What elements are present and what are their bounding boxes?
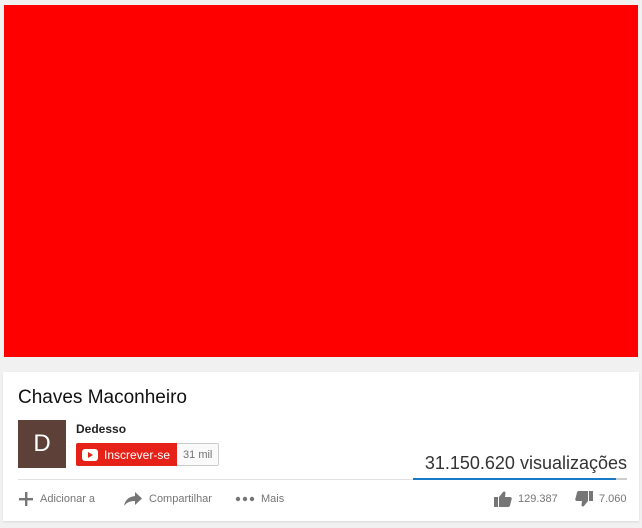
subscribe-button[interactable]: Inscrever-se [76,443,178,466]
channel-avatar[interactable]: D [18,420,66,468]
view-count: 31.150.620 visualizações [424,453,627,473]
sentiment-bar-fill [413,478,616,480]
more-dots-icon [235,496,255,502]
add-to-button[interactable]: Adicionar a [18,489,95,509]
add-to-label: Adicionar a [40,493,96,505]
video-title: Chaves Maconheiro [18,387,187,408]
sentiment-bar [413,478,627,480]
video-info-card: Chaves Maconheiro D Dedesso Inscrever-se… [3,372,639,521]
like-button[interactable]: 129.387 [494,489,558,509]
page: Chaves Maconheiro D Dedesso Inscrever-se… [0,0,642,528]
more-label: Mais [261,493,285,505]
dislike-count: 7.060 [599,493,627,505]
channel-name-link[interactable]: Dedesso [76,422,126,436]
dislike-button[interactable]: 7.060 [575,489,627,509]
divider [18,479,413,480]
plus-icon [19,492,33,506]
thumbs-up-icon [494,491,512,507]
share-arrow-icon [124,492,142,506]
subscribe-label: Inscrever-se [104,447,171,462]
share-label: Compartilhar [149,493,212,505]
more-button[interactable]: Mais [235,489,284,509]
share-button[interactable]: Compartilhar [123,489,212,509]
video-player[interactable] [4,5,638,357]
subscribe-group: Inscrever-se 31 mil [76,443,220,466]
like-count: 129.387 [518,493,558,505]
thumbs-down-icon [575,491,593,507]
youtube-logo-icon [82,448,98,461]
subscriber-count: 31 mil [177,443,220,466]
